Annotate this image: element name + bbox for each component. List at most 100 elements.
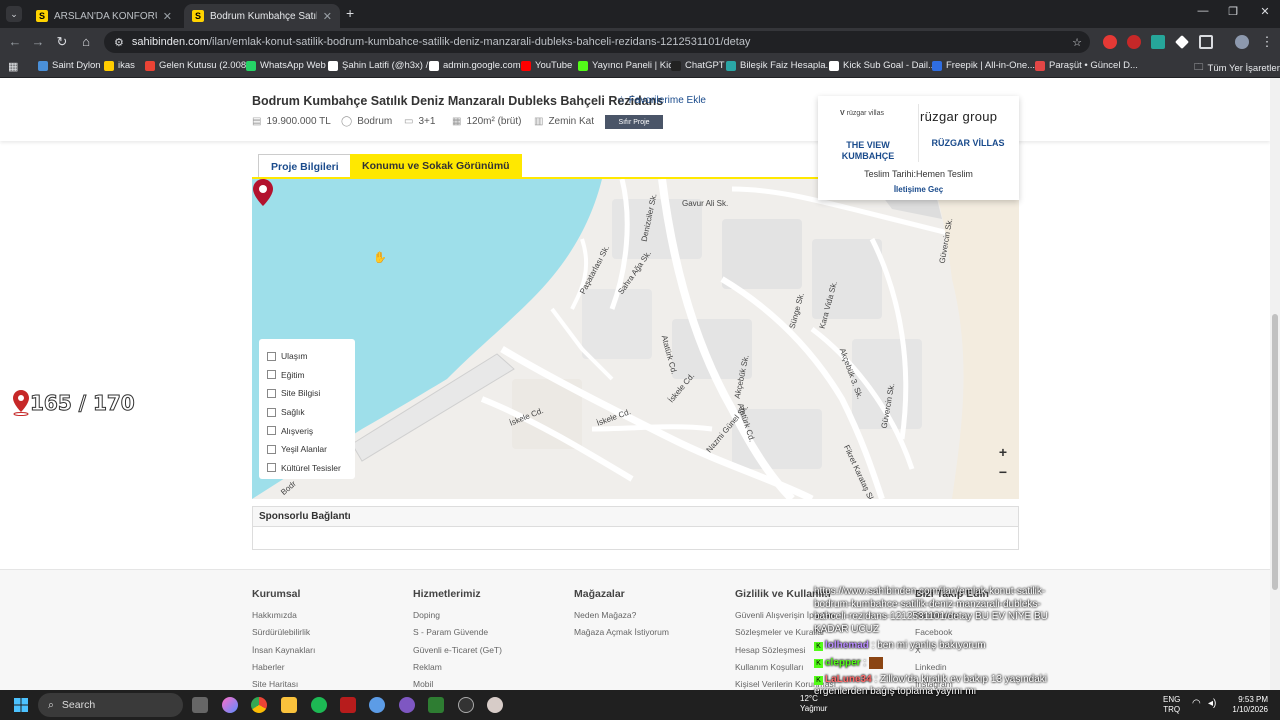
bookmark-item[interactable]: ikas bbox=[104, 60, 135, 71]
bookmark-favicon-icon bbox=[429, 60, 439, 71]
poi-filter-checkbox[interactable]: Yeşil Alanlar bbox=[267, 440, 347, 459]
new-tab-button[interactable]: + bbox=[346, 5, 354, 21]
close-tab-icon[interactable]: ✕ bbox=[323, 10, 332, 23]
bookmark-item[interactable]: admin.google.com bbox=[429, 60, 521, 71]
checkbox-icon[interactable] bbox=[267, 463, 276, 473]
footer-link[interactable]: Site Haritası bbox=[252, 679, 315, 690]
poi-filter-checkbox[interactable]: Sağlık bbox=[267, 403, 347, 422]
poi-filter-checkbox[interactable]: Ulaşım bbox=[267, 347, 347, 366]
project-name-link[interactable]: THE VIEW KUMBAHÇE bbox=[828, 140, 908, 162]
bookmark-item[interactable]: ChatGPT bbox=[671, 60, 725, 71]
extension-1-icon[interactable] bbox=[1103, 35, 1117, 49]
checkbox-icon[interactable] bbox=[267, 407, 276, 417]
extension-3-icon[interactable] bbox=[1151, 35, 1165, 49]
restore-icon[interactable]: ❐ bbox=[1218, 5, 1248, 18]
bookmark-item[interactable]: WhatsApp Web bbox=[246, 60, 326, 71]
listing-header: Bodrum Kumbahçe Satılık Deniz Manzaralı … bbox=[0, 78, 1270, 141]
close-tab-icon[interactable]: ✕ bbox=[163, 10, 172, 23]
map-pin-icon[interactable] bbox=[252, 179, 274, 207]
footer-link[interactable]: Haberler bbox=[252, 662, 315, 679]
terminal-icon[interactable] bbox=[428, 697, 444, 713]
volume-icon[interactable]: ◂) bbox=[1208, 698, 1216, 709]
zoom-in-button[interactable]: + bbox=[994, 443, 1012, 461]
wifi-icon[interactable]: ◠ bbox=[1192, 698, 1201, 709]
footer-link[interactable]: Mağaza Açmak İstiyorum bbox=[574, 627, 669, 644]
checkbox-icon[interactable] bbox=[267, 351, 276, 361]
checkbox-icon[interactable] bbox=[267, 444, 276, 454]
copilot-icon[interactable] bbox=[222, 697, 238, 713]
contact-link[interactable]: İletişime Geç bbox=[818, 185, 1019, 194]
profile-avatar-icon[interactable] bbox=[1235, 35, 1249, 49]
bookmark-item[interactable]: YouTube bbox=[521, 60, 572, 71]
app-blue-icon[interactable] bbox=[369, 697, 385, 713]
spotify-icon[interactable] bbox=[311, 697, 327, 713]
discord-icon[interactable] bbox=[399, 697, 415, 713]
task-view-icon[interactable] bbox=[192, 697, 208, 713]
checkbox-icon[interactable] bbox=[267, 388, 276, 398]
extension-4-icon[interactable] bbox=[1175, 35, 1189, 49]
bookmark-item[interactable]: Bileşik Faiz Hesapla... bbox=[726, 60, 833, 71]
bookmark-item[interactable]: Yayıncı Paneli | Kick bbox=[578, 60, 678, 71]
extensions-puzzle-icon[interactable] bbox=[1199, 35, 1213, 49]
company-name-link[interactable]: RÜZGAR VİLLAS bbox=[928, 138, 1008, 148]
reload-icon[interactable]: ↻ bbox=[53, 34, 71, 50]
browser-tab-2[interactable]: S Bodrum Kumbahçe Satılık Deniz ✕ bbox=[184, 4, 340, 28]
poi-filter-checkbox[interactable]: Site Bilgisi bbox=[267, 384, 347, 403]
footer-link[interactable]: S - Param Güvende bbox=[413, 627, 502, 644]
bookmark-item[interactable]: Freepik | All-in-One... bbox=[932, 60, 1035, 71]
obs-icon[interactable] bbox=[458, 697, 474, 713]
bookmark-item[interactable]: Gelen Kutusu (2.008... bbox=[145, 60, 254, 71]
close-window-icon[interactable]: ✕ bbox=[1250, 5, 1280, 18]
minimize-icon[interactable]: — bbox=[1188, 5, 1218, 17]
ruzgar-group-logo[interactable]: rüzgar group bbox=[920, 109, 997, 124]
file-explorer-icon[interactable] bbox=[281, 697, 297, 713]
address-bar[interactable]: ⚙ sahibinden.com/ilan/emlak-konut-satili… bbox=[104, 31, 1090, 53]
scrollbar-thumb[interactable] bbox=[1272, 314, 1278, 590]
app-red-icon[interactable] bbox=[340, 697, 356, 713]
poi-filter-checkbox[interactable]: Kültürel Tesisler bbox=[267, 459, 347, 478]
menu-dots-icon[interactable]: ⋮ bbox=[1258, 34, 1276, 50]
footer-link[interactable]: Doping bbox=[413, 610, 502, 627]
footer-link[interactable]: Mobil bbox=[413, 679, 502, 690]
footer-link[interactable]: Hakkımızda bbox=[252, 610, 315, 627]
forward-icon[interactable]: → bbox=[29, 34, 47, 49]
footer-link[interactable]: Reklam bbox=[413, 662, 502, 679]
ruzgar-villas-logo[interactable]: V rüzgar villas bbox=[840, 110, 884, 117]
checkbox-icon[interactable] bbox=[267, 426, 276, 436]
add-favorite-link[interactable]: ☆ Favorilerime Ekle bbox=[617, 95, 706, 106]
zoom-out-button[interactable]: − bbox=[994, 463, 1012, 481]
tab-location[interactable]: Konumu ve Sokak Görünümü bbox=[350, 154, 522, 178]
tab-project-info[interactable]: Proje Bilgileri bbox=[258, 154, 352, 178]
bookmark-item[interactable]: Şahin Latifi (@h3x) /... bbox=[328, 60, 436, 71]
bookmark-item[interactable]: Kick Sub Goal - Dail... bbox=[829, 60, 936, 71]
tab-search-button[interactable]: ⌄ bbox=[6, 6, 22, 22]
windows-start-icon[interactable] bbox=[14, 698, 28, 712]
all-bookmarks-button[interactable]: 🗀 Tüm Yer İşaretleri bbox=[1194, 60, 1280, 76]
extension-2-icon[interactable] bbox=[1127, 35, 1141, 49]
site-info-icon[interactable]: ⚙ bbox=[114, 36, 124, 49]
poi-filter-checkbox[interactable]: Alışveriş bbox=[267, 421, 347, 440]
footer-link[interactable]: Güvenli e-Ticaret (GeT) bbox=[413, 645, 502, 662]
windows-taskbar: ⌕ Search 12°C Yağmur ENG TRQ ◠ ◂) 9:53 PM 1/… bbox=[0, 690, 1280, 720]
home-icon[interactable]: ⌂ bbox=[77, 34, 95, 49]
system-clock[interactable]: 9:53 PM 1/10/2026 bbox=[1226, 695, 1268, 715]
bookmark-item[interactable]: Saint Dylon bbox=[38, 60, 101, 71]
footer-link[interactable]: Neden Mağaza? bbox=[574, 610, 669, 627]
map-view[interactable]: Gavur Ali Sk. Denizciler Sk. Paşatarlası S… bbox=[252, 179, 1019, 499]
browser-tab-1[interactable]: S ARSLAN'DA KONFORUN SIFIR K ✕ bbox=[28, 4, 180, 28]
checkbox-icon[interactable] bbox=[267, 370, 276, 380]
bookmark-star-icon[interactable]: ☆ bbox=[1072, 36, 1082, 49]
chrome-icon[interactable] bbox=[251, 697, 267, 713]
bookmark-item[interactable]: Paraşüt • Güncel D... bbox=[1035, 60, 1138, 71]
footer-link[interactable]: Sürdürülebilirlik bbox=[252, 627, 315, 644]
language-indicator[interactable]: ENG TRQ bbox=[1163, 695, 1180, 715]
footer-link[interactable]: İnsan Kaynakları bbox=[252, 645, 315, 662]
apps-grid-icon[interactable]: ▦ bbox=[8, 60, 18, 73]
footer-heading: Mağazalar bbox=[574, 588, 625, 600]
page-scrollbar[interactable] bbox=[1270, 78, 1280, 690]
chat-message: Klolhemad : ben mi yanlış bakıyorum bbox=[814, 640, 1074, 653]
app-misc-icon[interactable] bbox=[487, 697, 503, 713]
back-icon[interactable]: ← bbox=[6, 34, 24, 49]
taskbar-search[interactable]: ⌕ Search bbox=[38, 693, 183, 717]
poi-filter-checkbox[interactable]: Eğitim bbox=[267, 366, 347, 385]
